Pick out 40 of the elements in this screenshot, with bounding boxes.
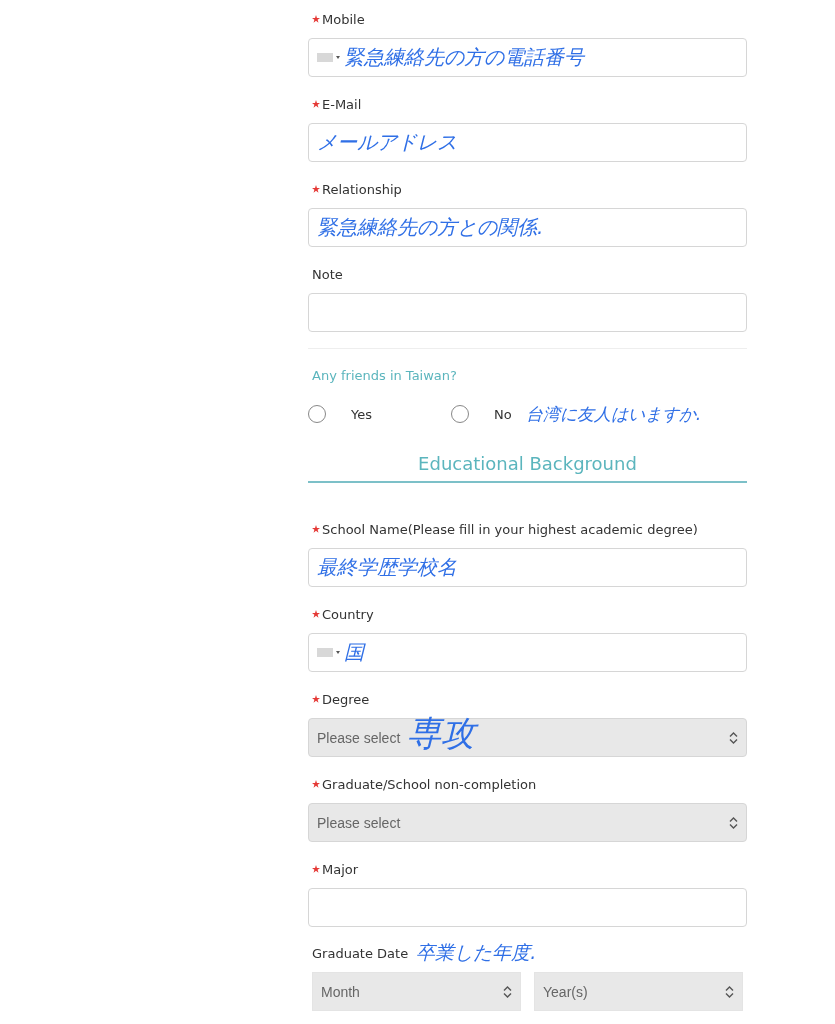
field-label: E-Mail [322, 96, 362, 112]
chevron-icon [729, 731, 738, 744]
question-label: Any friends in Taiwan? [312, 367, 457, 383]
caret-icon [336, 56, 340, 59]
field-label: Degree [322, 691, 370, 707]
phone-field[interactable]: 国 [308, 633, 747, 672]
handwritten-note: 緊急練絡先の方の電話番号 [344, 44, 584, 71]
field-label: Relationship [322, 181, 402, 197]
handwritten-note: 緊急練絡先の方との関係. [317, 214, 544, 241]
input-field[interactable]: 最終学歴学校名 [308, 548, 747, 587]
handwritten-note: 卒業した年度. [416, 940, 537, 965]
select-field[interactable]: Please select [308, 803, 747, 842]
select-field[interactable]: Please select 専攻 [308, 718, 747, 757]
handwritten-note: メールアドレス [317, 129, 457, 156]
field-label: Note [312, 266, 343, 282]
flag-icon [317, 53, 333, 62]
chevron-icon [729, 816, 738, 829]
input-field[interactable]: メールアドレス [308, 123, 747, 162]
handwritten-note: 最終学歴学校名 [317, 554, 457, 581]
radio-option[interactable]: Yes [308, 405, 451, 423]
field-label: Mobile [322, 11, 365, 27]
chevron-icon [503, 985, 512, 998]
input-field[interactable] [308, 293, 747, 332]
input-field[interactable]: 緊急練絡先の方との関係. [308, 208, 747, 247]
phone-field[interactable]: 緊急練絡先の方の電話番号 [308, 38, 747, 77]
input-field[interactable] [308, 888, 747, 927]
field-label: School Name(Please fill in your highest academic degree) [322, 521, 698, 537]
caret-icon [336, 651, 340, 654]
field-label: Graduate/School non-completion [322, 776, 537, 792]
chevron-icon [725, 985, 734, 998]
section-title: Educational Background [308, 451, 747, 483]
radio-option[interactable]: No [451, 405, 512, 423]
field-label: Country [322, 606, 374, 622]
handwritten-note: 国 [344, 639, 364, 666]
flag-icon [317, 648, 333, 657]
select-field[interactable]: Month [312, 972, 521, 1011]
field-label: Graduate Date [312, 945, 409, 961]
select-field[interactable]: Year(s) [534, 972, 743, 1011]
handwritten-note: 台湾に友人はいますか. [525, 402, 702, 426]
field-label: Major [322, 861, 359, 877]
